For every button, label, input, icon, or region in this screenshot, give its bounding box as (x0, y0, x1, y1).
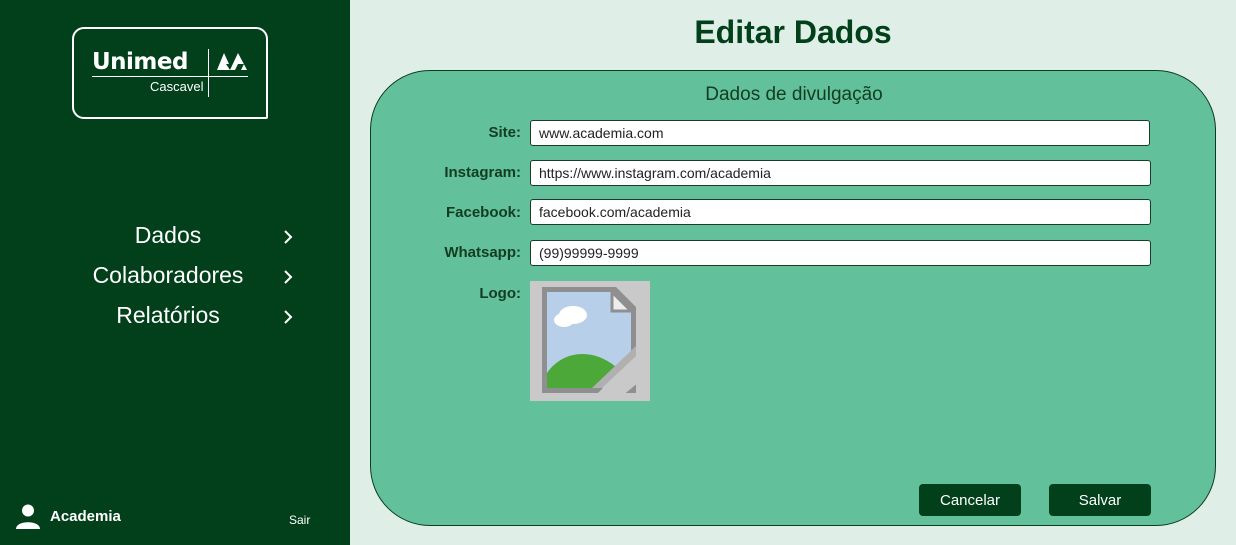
site-input[interactable] (530, 120, 1150, 146)
cancel-button[interactable]: Cancelar (919, 484, 1021, 516)
logo-separator (208, 49, 209, 97)
nav-item-colaboradores[interactable]: Colaboradores (0, 260, 350, 300)
logo-underline (92, 76, 248, 77)
nav-item-dados[interactable]: Dados (0, 220, 350, 260)
whatsapp-input[interactable] (530, 240, 1151, 266)
logout-link[interactable]: Sair (289, 513, 310, 527)
unimed-logo[interactable]: Unimed Cascavel (72, 27, 268, 119)
logo-city: Cascavel (150, 79, 204, 94)
section-title: Dados de divulgação (705, 84, 883, 105)
chevron-right-icon (284, 270, 293, 284)
save-button[interactable]: Salvar (1049, 484, 1151, 516)
instagram-label: Instagram: (444, 164, 521, 181)
logo-label: Logo: (479, 285, 521, 302)
instagram-input[interactable] (530, 160, 1151, 186)
facebook-label: Facebook: (445, 204, 521, 221)
user-name: Academia (50, 508, 121, 525)
chevron-right-icon (284, 230, 293, 244)
main-content: Editar Dados Dados de divulgação Site: I… (350, 0, 1236, 545)
site-label: Site: (488, 124, 521, 141)
whatsapp-label: Whatsapp: (444, 244, 521, 261)
user-icon (16, 504, 40, 529)
sidebar: Unimed Cascavel Dados Colaboradores Rela… (0, 0, 350, 545)
edit-form-card: Dados de divulgação Site: Instagram: Fac… (370, 70, 1216, 526)
nav-item-relatorios[interactable]: Relatórios (0, 300, 350, 340)
page-title: Editar Dados (694, 14, 892, 50)
chevron-right-icon (284, 310, 293, 324)
logo-brand: Unimed (92, 49, 188, 75)
broken-image-icon[interactable] (530, 281, 650, 401)
facebook-input[interactable] (530, 199, 1151, 225)
unimed-trees-icon (217, 53, 247, 70)
sidebar-nav: Dados Colaboradores Relatórios (0, 220, 350, 340)
